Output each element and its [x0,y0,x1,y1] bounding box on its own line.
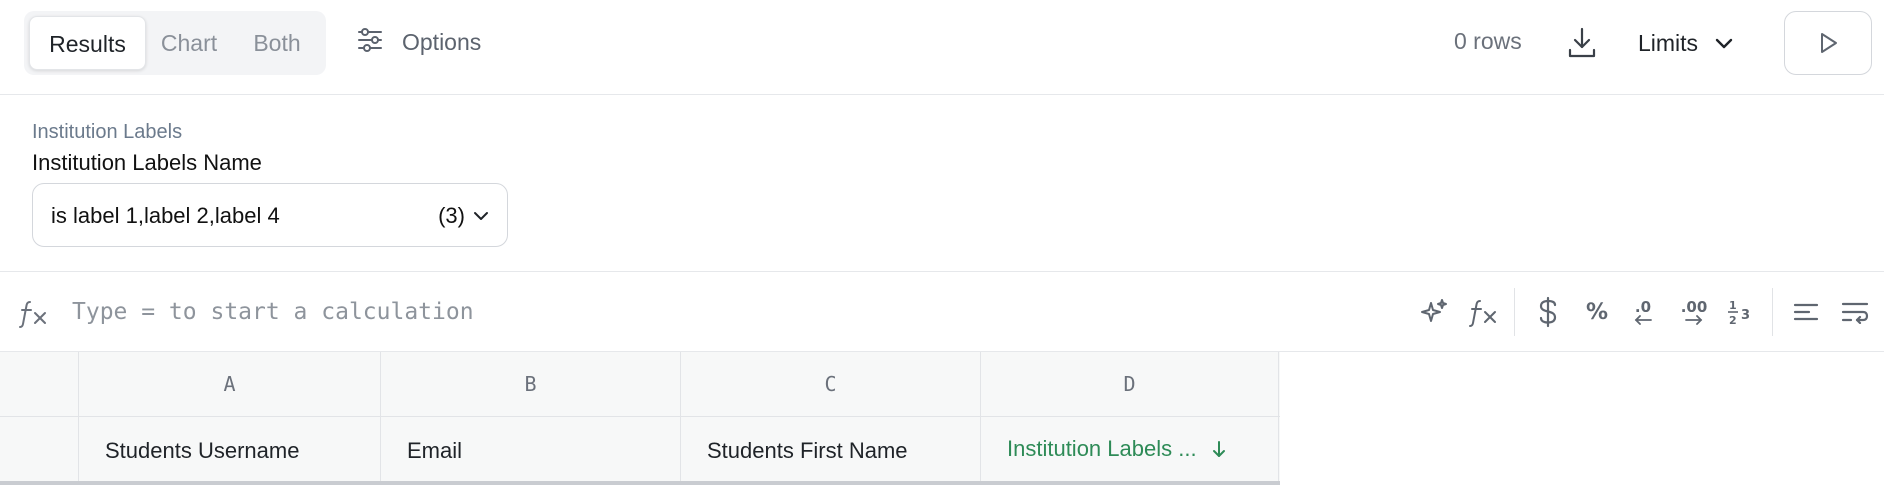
number-format-button[interactable]: 1 2 3 [1724,294,1758,330]
column-letter-b[interactable]: B [381,352,681,416]
number-format-icon: 1 2 3 [1728,299,1750,327]
column-header-students-first-name[interactable]: Students First Name [681,417,981,481]
filter-section-label: Institution Labels [32,121,183,143]
filter-selected-count: (3) [438,203,465,228]
options-button[interactable]: Options [356,22,481,62]
filter-value: is label 1,label 2,label 4 [51,203,280,228]
svg-text:1: 1 [1729,299,1737,312]
filter-group: Institution Labels Institution Labels Na… [32,121,262,176]
decrease-decimals-button[interactable]: .0 [1626,294,1660,330]
currency-format-button[interactable] [1534,294,1562,330]
filter-field-label: Institution Labels Name [32,150,262,175]
row-number-header[interactable] [0,352,79,416]
arrow-left-icon [1634,315,1652,325]
column-letter-c[interactable]: C [681,352,981,416]
increase-decimals-label: .00 [1680,298,1708,316]
column-letter-d[interactable]: D [981,352,1279,416]
column-letter-a[interactable]: A [79,352,381,416]
align-left-button[interactable] [1790,294,1822,330]
column-header-label: Institution Labels ... [1007,436,1197,461]
column-header-students-username[interactable]: Students Username [79,417,381,481]
insert-function-button[interactable] [1466,294,1500,330]
function-icon [1469,300,1496,327]
toolbar-divider [1514,288,1515,336]
filter-value-dropdown[interactable]: is label 1,label 2,label 4 (3) [32,183,508,247]
decrease-decimals-label: .0 [1634,298,1652,316]
column-header-email[interactable]: Email [381,417,681,481]
formula-bar: % .0 .00 1 2 3 [0,271,1884,352]
sparkles-icon [1421,299,1447,322]
download-icon [1568,27,1596,58]
sliders-icon [356,26,384,59]
toolbar-divider [1772,288,1773,336]
sort-descending-icon[interactable] [1211,439,1227,459]
arrow-right-icon [1685,315,1703,325]
svg-text:3: 3 [1741,308,1750,323]
tab-results[interactable]: Results [29,16,146,70]
limits-label: Limits [1638,29,1699,56]
play-icon [1821,33,1837,53]
increase-decimals-button[interactable]: .00 [1674,294,1714,330]
svg-text:2: 2 [1729,314,1737,327]
wrap-text-button[interactable] [1838,294,1872,330]
column-letter-row: A B C D [0,352,1280,417]
wrap-text-icon [1841,302,1869,324]
tab-chart[interactable]: Chart [152,16,226,70]
chevron-down-icon [1715,38,1733,49]
chevron-down-icon [474,212,488,220]
percent-format-button[interactable]: % [1582,294,1612,330]
field-header-row: Students Username Email Students First N… [0,417,1280,485]
ai-assist-button[interactable] [1418,294,1450,330]
column-header-institution-labels[interactable]: Institution Labels ... [981,417,1279,481]
limits-dropdown[interactable]: Limits [1638,24,1734,62]
row-number-cell [0,417,79,481]
options-label: Options [402,28,482,55]
download-button[interactable] [1566,26,1598,60]
dollar-icon [1539,296,1557,328]
align-left-icon [1793,303,1819,321]
run-query-button[interactable] [1784,11,1872,75]
view-toggle: Results Chart Both [24,11,326,75]
results-toolbar: Results Chart Both Options 0 rows Limits [0,0,1884,95]
function-icon [19,301,46,328]
row-count: 0 rows [1454,28,1522,54]
tab-both[interactable]: Both [234,16,320,70]
formula-input[interactable] [72,290,1072,334]
results-grid: A B C D Students Username Email Students… [0,352,1280,492]
